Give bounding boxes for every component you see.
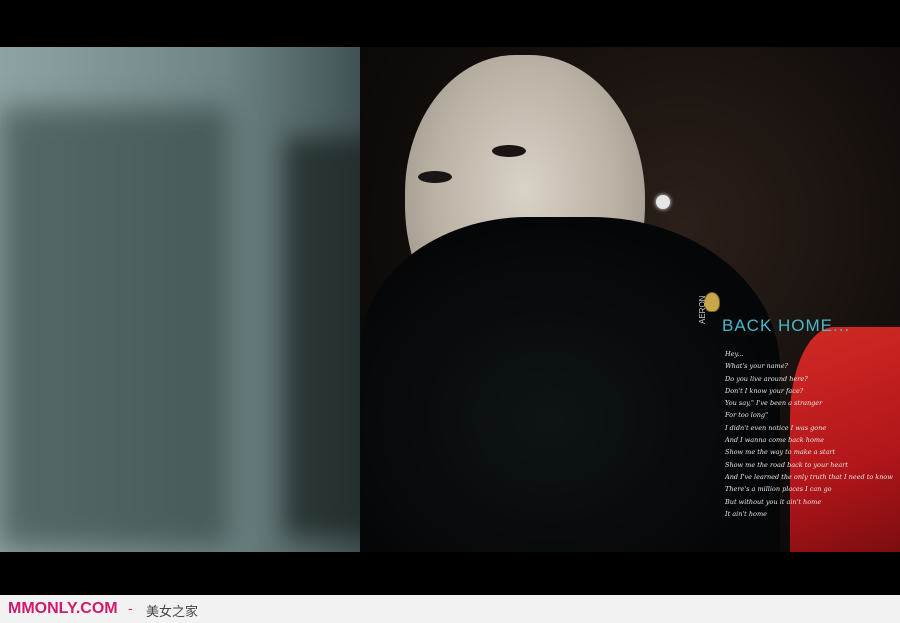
lyric-line: But without you it ain't home xyxy=(725,497,822,506)
site-name: MMONLY.COM xyxy=(8,600,118,617)
lyric-line: There's a million places I can go xyxy=(725,485,832,494)
lyric-line: Hey... xyxy=(725,350,744,358)
lyric-line: Do you live around here? xyxy=(725,374,808,383)
lyric-line: And I've learned the only truth that I n… xyxy=(725,472,893,481)
watermark-bar: MMONLY.COM - 美女之家 xyxy=(0,595,900,623)
lyric-line: You say," I've been a stranger xyxy=(725,399,823,408)
earring xyxy=(656,195,670,209)
lyric-line: Show me the way to make a start xyxy=(725,448,836,457)
right-eye xyxy=(492,145,526,157)
separator: - xyxy=(128,600,133,616)
letterbox-frame: AERON BACK HOME... Hey... What's your na… xyxy=(0,0,900,623)
lyrics-list: Hey... What's your name? Do you live aro… xyxy=(725,348,893,520)
left-eye xyxy=(418,171,452,183)
lyric-line: For too long" xyxy=(725,411,769,420)
lyric-line: And I wanna come back home xyxy=(725,436,824,445)
lyric-line: I didn't even notice I was gone xyxy=(725,423,827,432)
lyric-line: It ain't home xyxy=(725,509,767,518)
background-building-left xyxy=(0,107,230,547)
brand-label: AERON xyxy=(698,295,707,324)
lyric-line: Show me the road back to your heart xyxy=(725,460,848,469)
lyric-line: What's your name? xyxy=(725,362,789,371)
overlay-title: BACK HOME... xyxy=(722,316,851,335)
text-overlay: AERON BACK HOME... Hey... What's your na… xyxy=(698,290,893,550)
site-slogan: 美女之家 xyxy=(146,605,199,620)
lyric-line: Don't I know your face? xyxy=(725,386,804,395)
